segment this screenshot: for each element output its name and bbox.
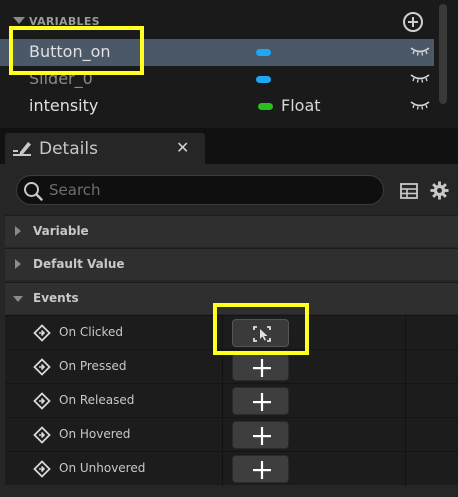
details-search-input[interactable] — [49, 180, 369, 200]
add-event-button[interactable] — [232, 455, 289, 483]
collapse-arrow-icon[interactable] — [13, 296, 23, 302]
table-view-icon[interactable] — [400, 183, 418, 199]
event-diamond-icon — [33, 392, 51, 410]
eye-closed-icon[interactable] — [410, 72, 430, 84]
add-variable-button[interactable] — [403, 12, 423, 32]
object-reference-type-pill[interactable] — [256, 76, 271, 83]
variables-scrollbar[interactable] — [439, 4, 447, 104]
event-label: On Unhovered — [59, 461, 146, 475]
plus-icon — [253, 427, 271, 445]
column-divider — [222, 350, 223, 384]
eye-closed-icon[interactable] — [410, 99, 430, 111]
section-label: Variable — [33, 224, 89, 238]
column-divider — [222, 418, 223, 452]
column-divider — [405, 418, 406, 452]
highlight-box-variable — [9, 26, 144, 75]
event-diamond-icon — [33, 358, 51, 376]
column-divider — [405, 452, 406, 486]
expand-arrow-icon[interactable] — [15, 226, 21, 236]
event-row-on-hovered: On Hovered — [5, 417, 458, 452]
float-type-pill[interactable] — [258, 103, 273, 110]
event-row-on-unhovered: On Unhovered — [5, 451, 458, 486]
close-tab-icon[interactable]: ✕ — [176, 138, 189, 157]
plus-icon — [253, 461, 271, 479]
event-diamond-icon — [33, 324, 51, 342]
section-variable[interactable]: Variable — [5, 215, 458, 247]
column-divider — [405, 316, 406, 350]
section-label: Events — [33, 291, 79, 305]
variable-type-label[interactable]: Float — [281, 96, 321, 115]
event-label: On Pressed — [59, 359, 127, 373]
details-search-box[interactable] — [16, 175, 384, 205]
details-tab-bar: Details ✕ — [0, 128, 458, 164]
plus-icon — [253, 393, 271, 411]
column-divider — [222, 384, 223, 418]
column-divider — [222, 452, 223, 486]
event-diamond-icon — [33, 460, 51, 478]
event-diamond-icon — [33, 426, 51, 444]
expand-arrow-icon[interactable] — [15, 259, 21, 269]
event-row-on-released: On Released — [5, 383, 458, 418]
column-divider — [405, 384, 406, 418]
pencil-icon — [13, 142, 31, 156]
variable-row-intensity[interactable]: intensity Float — [0, 93, 434, 120]
column-divider — [405, 350, 406, 384]
add-event-button[interactable] — [232, 421, 289, 449]
eye-closed-icon[interactable] — [410, 45, 430, 57]
plus-icon — [253, 359, 271, 377]
section-default-value[interactable]: Default Value — [5, 248, 458, 280]
highlight-box-event — [213, 303, 309, 355]
object-reference-type-pill[interactable] — [256, 49, 271, 56]
details-tab-title: Details — [39, 139, 98, 159]
gear-icon[interactable] — [430, 181, 449, 200]
add-event-button[interactable] — [232, 387, 289, 415]
event-label: On Hovered — [59, 427, 131, 441]
event-label: On Clicked — [59, 325, 124, 339]
details-tab[interactable]: Details ✕ — [5, 133, 205, 164]
search-icon — [24, 182, 43, 201]
event-label: On Released — [59, 393, 135, 407]
collapse-arrow-icon[interactable] — [13, 17, 25, 24]
section-label: Default Value — [33, 257, 125, 271]
add-event-button[interactable] — [232, 353, 289, 381]
variable-name: intensity — [29, 96, 99, 115]
